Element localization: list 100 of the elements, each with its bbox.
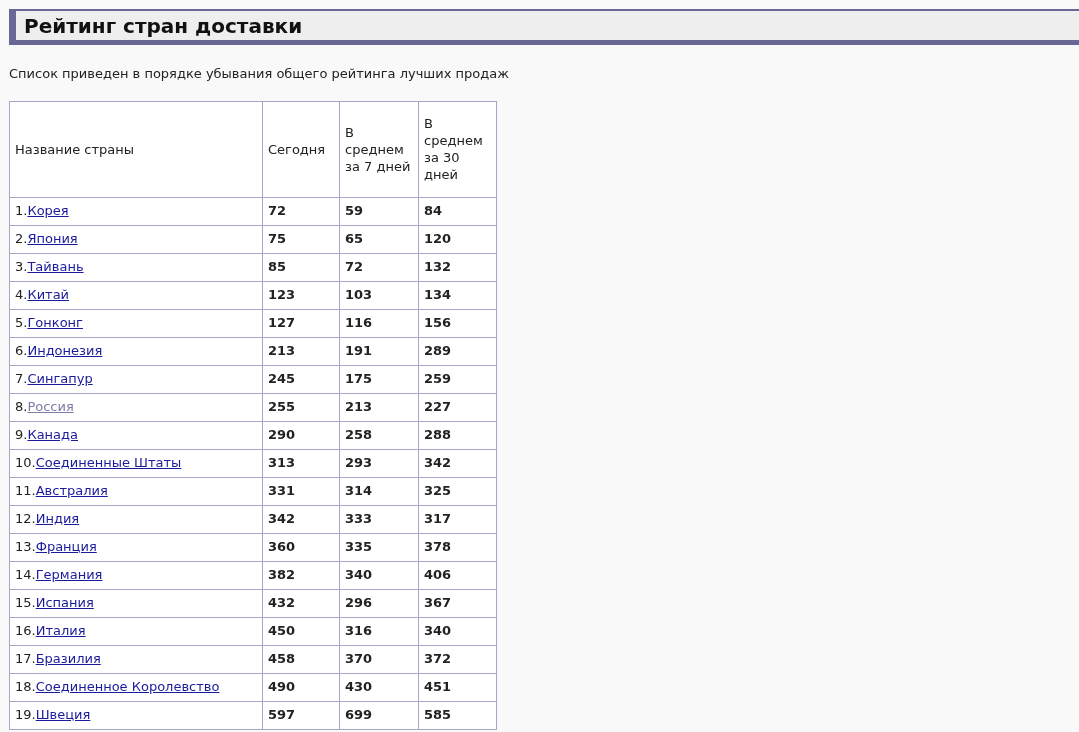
- table-cell: 103: [339, 281, 419, 309]
- table-cell: 406: [418, 561, 497, 589]
- table-cell: 331: [262, 477, 340, 505]
- country-link[interactable]: Россия: [27, 399, 74, 415]
- country-link[interactable]: Тайвань: [27, 259, 84, 275]
- table-cell: 313: [262, 449, 340, 477]
- table-cell: 382: [262, 561, 340, 589]
- table-cell: 342: [418, 449, 497, 477]
- table-cell: 342: [262, 505, 340, 533]
- table-cell: 213: [339, 393, 419, 421]
- table-cell: 325: [418, 477, 497, 505]
- table-cell: 370: [339, 645, 419, 673]
- country-link[interactable]: Корея: [27, 203, 69, 219]
- column-header: Сегодня: [262, 101, 340, 197]
- table-cell: 123: [262, 281, 340, 309]
- table-cell: 290: [262, 421, 340, 449]
- table-cell: 458: [262, 645, 340, 673]
- country-link[interactable]: Швеция: [35, 707, 91, 723]
- table-cell: 296: [339, 589, 419, 617]
- rank-number: 12.: [15, 511, 36, 527]
- table-cell: 340: [418, 617, 497, 645]
- table-cell: 490: [262, 673, 340, 701]
- rank-number: 3.: [15, 259, 28, 275]
- table-cell: 84: [418, 197, 497, 225]
- table-cell: 175: [339, 365, 419, 393]
- country-link[interactable]: Испания: [35, 595, 94, 611]
- table-cell: 259: [418, 365, 497, 393]
- rank-number: 15.: [15, 595, 36, 611]
- table-cell: 367: [418, 589, 497, 617]
- table-cell: 134: [418, 281, 497, 309]
- page-heading: Рейтинг стран доставки: [9, 9, 1079, 45]
- table-cell: 317: [418, 505, 497, 533]
- table-cell: 289: [418, 337, 497, 365]
- rank-number: 9.: [15, 427, 28, 443]
- table-cell: 120: [418, 225, 497, 253]
- rank-number: 5.: [15, 315, 28, 331]
- rank-number: 13.: [15, 539, 36, 555]
- table-cell: 65: [339, 225, 419, 253]
- rank-number: 11.: [15, 483, 36, 499]
- rank-number: 2.: [15, 231, 28, 247]
- table-cell: 72: [339, 253, 419, 281]
- country-link[interactable]: Австралия: [35, 483, 108, 499]
- column-header: В среднем за 30 дней: [418, 101, 497, 197]
- country-link[interactable]: Гонконг: [27, 315, 83, 331]
- rank-number: 6.: [15, 343, 28, 359]
- table-cell: 699: [339, 701, 419, 729]
- table-cell: 451: [418, 673, 497, 701]
- table-cell: 360: [262, 533, 340, 561]
- table-cell: 288: [418, 421, 497, 449]
- table-cell: 191: [339, 337, 419, 365]
- table-cell: 432: [262, 589, 340, 617]
- table-cell: 333: [339, 505, 419, 533]
- table-cell: 156: [418, 309, 497, 337]
- table-cell: 293: [339, 449, 419, 477]
- table-cell: 316: [339, 617, 419, 645]
- table-cell: 378: [418, 533, 497, 561]
- column-header: В среднем за 7 дней: [339, 101, 419, 197]
- country-link[interactable]: Италия: [35, 623, 86, 639]
- country-link[interactable]: Япония: [27, 231, 78, 247]
- country-link[interactable]: Китай: [27, 287, 70, 303]
- table-cell: 255: [262, 393, 340, 421]
- table-cell: 245: [262, 365, 340, 393]
- country-link[interactable]: Индия: [35, 511, 80, 527]
- table-cell: 127: [262, 309, 340, 337]
- table-cell: 340: [339, 561, 419, 589]
- table-cell: 597: [262, 701, 340, 729]
- rank-number: 14.: [15, 567, 36, 583]
- rank-number: 7.: [15, 371, 28, 387]
- country-link[interactable]: Соединенные Штаты: [35, 455, 182, 471]
- table-cell: 430: [339, 673, 419, 701]
- rank-number: 10.: [15, 455, 36, 471]
- column-header: Название страны: [9, 101, 263, 197]
- country-link[interactable]: Соединенное Королевство: [35, 679, 220, 695]
- country-link[interactable]: Франция: [35, 539, 97, 555]
- rank-number: 8.: [15, 399, 28, 415]
- country-link[interactable]: Сингапур: [27, 371, 93, 387]
- table-cell: 59: [339, 197, 419, 225]
- table-cell: 335: [339, 533, 419, 561]
- rank-number: 17.: [15, 651, 36, 667]
- table-cell: 372: [418, 645, 497, 673]
- rank-number: 18.: [15, 679, 36, 695]
- description-text: Список приведен в порядке убывания общего рейтинга лучших продаж: [9, 65, 510, 83]
- country-link[interactable]: Германия: [35, 567, 103, 583]
- country-link[interactable]: Бразилия: [35, 651, 101, 667]
- rank-number: 4.: [15, 287, 28, 303]
- rank-number: 1.: [15, 203, 28, 219]
- table-cell: 227: [418, 393, 497, 421]
- table-cell: 450: [262, 617, 340, 645]
- table-cell: 585: [418, 701, 497, 729]
- table-cell: 75: [262, 225, 340, 253]
- table-cell: 314: [339, 477, 419, 505]
- table-cell: 213: [262, 337, 340, 365]
- table-cell: 72: [262, 197, 340, 225]
- table-cell: 258: [339, 421, 419, 449]
- rank-number: 16.: [15, 623, 36, 639]
- table-cell: 116: [339, 309, 419, 337]
- country-link[interactable]: Канада: [27, 427, 79, 443]
- table-cell: 132: [418, 253, 497, 281]
- country-link[interactable]: Индонезия: [27, 343, 103, 359]
- table-cell: 85: [262, 253, 340, 281]
